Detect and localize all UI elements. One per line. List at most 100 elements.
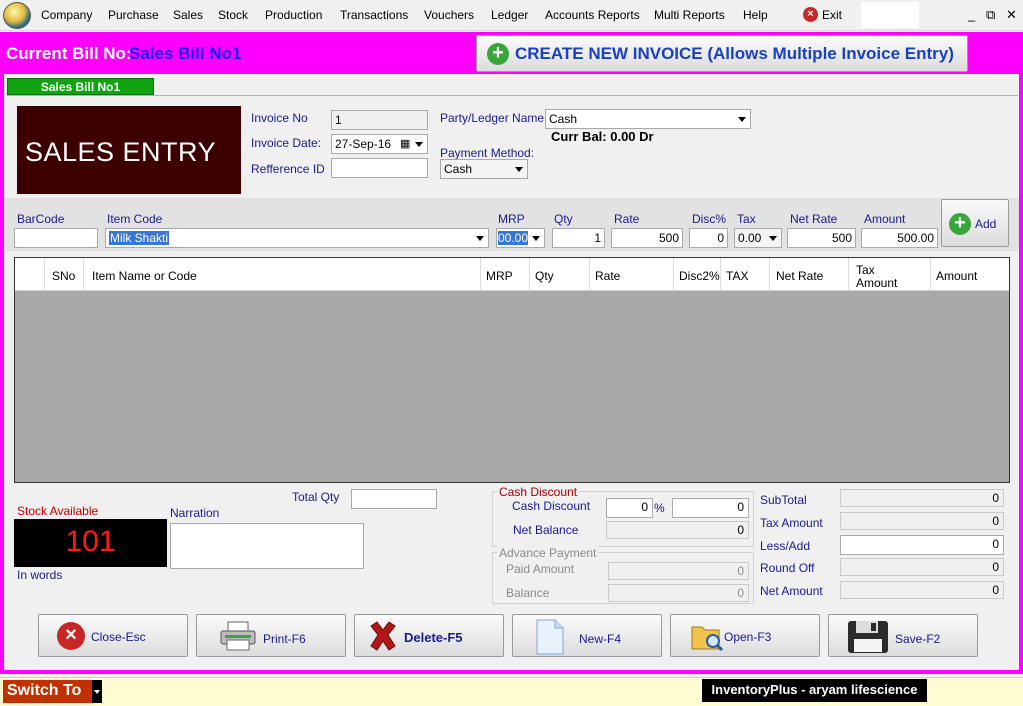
add-item-label: Add — [975, 217, 997, 231]
current-bill-label: Current Bill No: — [6, 44, 132, 63]
narration-label: Narration — [170, 506, 220, 520]
net-amount-value: 0 — [840, 581, 1004, 599]
reference-id-field[interactable] — [331, 158, 428, 178]
cash-discount-label: Cash Discount — [512, 499, 591, 513]
app-logo-icon — [3, 2, 31, 29]
save-button-label: Save-F2 — [895, 632, 941, 646]
menu-ledger[interactable]: Ledger — [491, 8, 528, 22]
rate-field[interactable]: 500 — [611, 228, 683, 248]
net-amount-label: Net Amount — [760, 584, 823, 598]
total-qty-field[interactable] — [351, 489, 437, 509]
open-button[interactable]: Open-F3 — [670, 614, 820, 657]
delete-button[interactable]: Delete-F5 — [354, 614, 504, 657]
create-invoice-button[interactable]: + CREATE NEW INVOICE (Allows Multiple In… — [476, 35, 968, 72]
close-button-label: Close-Esc — [91, 630, 146, 644]
qty-field[interactable]: 1 — [552, 228, 605, 248]
mrp-select[interactable]: 00.00 — [496, 228, 545, 248]
exit-icon[interactable]: × — [803, 7, 818, 22]
menu-transactions[interactable]: Transactions — [340, 8, 408, 22]
chevron-down-icon — [476, 236, 484, 241]
print-button[interactable]: Print-F6 — [196, 614, 346, 657]
tax-select[interactable]: 0.00 — [734, 228, 782, 248]
restore-button[interactable]: ⧉ — [986, 7, 995, 23]
invoice-no-field[interactable]: 1 — [331, 110, 428, 130]
balance-label: Balance — [506, 586, 550, 600]
close-window-button[interactable]: ✕ — [1006, 7, 1017, 23]
switch-to-dropdown[interactable] — [92, 680, 102, 703]
menu-accounts-reports[interactable]: Accounts Reports — [545, 8, 640, 22]
in-words-label: In words — [17, 568, 63, 582]
delete-button-label: Delete-F5 — [404, 630, 463, 645]
tax-value: 0.00 — [738, 231, 762, 245]
invoice-date-picker[interactable]: 27-Sep-16 ▦ — [331, 134, 428, 154]
column-header-tax-amount-line1[interactable]: Tax — [856, 263, 875, 277]
disc-field[interactable]: 0 — [689, 228, 728, 248]
items-grid[interactable]: SNo Item Name or Code MRP Qty Rate Disc2… — [14, 257, 1010, 483]
column-header-tax-amount-line2[interactable]: Amount — [856, 276, 897, 290]
column-header-rate[interactable]: Rate — [595, 269, 620, 283]
column-divider — [930, 258, 931, 291]
column-header-qty[interactable]: Qty — [535, 269, 554, 283]
party-name-select[interactable]: Cash — [545, 109, 751, 129]
less-add-field[interactable]: 0 — [840, 535, 1004, 555]
menu-production[interactable]: Production — [265, 8, 322, 22]
cash-discount-amount-field[interactable]: 0 — [672, 498, 749, 518]
save-floppy-icon — [847, 620, 889, 654]
total-qty-label: Total Qty — [292, 490, 340, 504]
calendar-icon[interactable]: ▦ — [400, 137, 410, 150]
switch-to-button[interactable]: Switch To — [3, 680, 101, 703]
new-button[interactable]: New-F4 — [512, 614, 662, 657]
close-button[interactable]: × Close-Esc — [38, 614, 188, 657]
sales-entry-title: SALES ENTRY — [25, 137, 217, 167]
chevron-down-icon — [515, 167, 523, 172]
new-document-icon — [535, 618, 565, 656]
net-rate-field[interactable]: 500 — [787, 228, 856, 248]
column-divider — [589, 258, 590, 291]
cash-discount-percent-field[interactable]: 0 — [606, 498, 653, 518]
amount-label: Amount — [864, 212, 906, 226]
balance-field[interactable]: 0 — [608, 584, 749, 602]
column-header-sno[interactable]: SNo — [52, 269, 75, 283]
column-header-net-rate[interactable]: Net Rate — [776, 269, 823, 283]
column-header-disc[interactable]: Disc2% — [679, 269, 720, 283]
round-off-value: 0 — [840, 558, 1004, 576]
plus-icon: + — [487, 43, 509, 65]
advance-payment-group-title: Advance Payment — [497, 546, 599, 560]
payment-method-select[interactable]: Cash — [440, 159, 528, 179]
minimize-button[interactable]: _ — [968, 7, 975, 22]
menu-multi-reports[interactable]: Multi Reports — [654, 8, 725, 22]
menu-vouchers[interactable]: Vouchers — [424, 8, 474, 22]
print-button-label: Print-F6 — [263, 632, 306, 646]
paid-amount-label: Paid Amount — [506, 562, 575, 576]
column-header-mrp[interactable]: MRP — [486, 269, 513, 283]
item-code-label: Item Code — [107, 212, 163, 226]
net-rate-label: Net Rate — [790, 212, 838, 226]
barcode-field[interactable] — [14, 228, 98, 248]
menu-purchase[interactable]: Purchase — [108, 8, 159, 22]
rate-label: Rate — [614, 212, 640, 226]
open-button-label: Open-F3 — [724, 630, 772, 644]
add-item-button[interactable]: + Add — [941, 199, 1009, 247]
new-button-label: New-F4 — [579, 632, 622, 646]
tab-sales-bill[interactable]: Sales Bill No1 — [7, 78, 154, 95]
chevron-down-icon — [532, 236, 540, 241]
column-header-item-name[interactable]: Item Name or Code — [92, 269, 197, 283]
invoice-date-label: Invoice Date: — [251, 136, 322, 150]
current-balance: Curr Bal: 0.00 Dr — [551, 129, 654, 144]
column-header-amount[interactable]: Amount — [936, 269, 977, 283]
menu-company[interactable]: Company — [41, 8, 92, 22]
amount-field[interactable]: 500.00 — [861, 228, 938, 248]
delete-icon — [367, 620, 399, 652]
save-button[interactable]: Save-F2 — [828, 614, 978, 657]
printer-icon — [219, 621, 257, 651]
menu-exit[interactable]: Exit — [822, 8, 842, 22]
paid-amount-field[interactable]: 0 — [608, 562, 749, 580]
menu-stock[interactable]: Stock — [218, 8, 248, 22]
column-header-tax[interactable]: TAX — [726, 269, 748, 283]
invoice-date-value: 27-Sep-16 — [335, 137, 392, 151]
narration-field[interactable] — [170, 523, 364, 569]
menu-help[interactable]: Help — [743, 8, 768, 22]
chevron-down-icon — [738, 117, 746, 122]
item-code-select[interactable]: Milk Shakti — [105, 228, 489, 248]
menu-sales[interactable]: Sales — [173, 8, 203, 22]
